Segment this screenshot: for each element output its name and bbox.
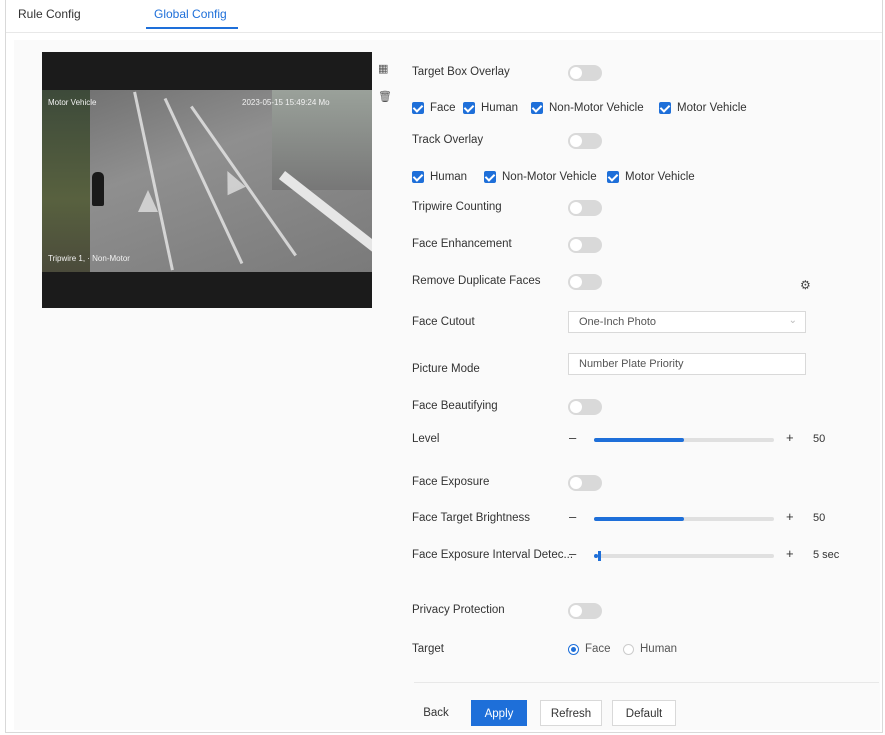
face-beautifying-label: Face Beautifying <box>412 400 498 412</box>
delete-icon[interactable]: 🗑 <box>378 90 392 103</box>
tab-rule-config[interactable]: Rule Config <box>18 7 81 21</box>
picture-mode-value: Number Plate Priority <box>579 358 684 370</box>
tripwire-counting-label: Tripwire Counting <box>412 201 502 213</box>
footer-divider <box>414 682 879 683</box>
osd-timestamp: 2023-05-15 15:49:24 Mo <box>242 98 330 107</box>
gear-icon[interactable]: ⚙ <box>800 278 811 292</box>
face-cutout-select[interactable]: One-Inch Photo ⌄ <box>568 311 806 333</box>
privacy-protection-label: Privacy Protection <box>412 604 505 616</box>
pedestrian-figure <box>92 172 104 206</box>
refresh-button[interactable]: Refresh <box>540 700 602 726</box>
interval-decrease-button[interactable]: – <box>569 546 576 561</box>
config-window: Rule Config Global Config Motor Vehicle … <box>5 0 883 733</box>
interval-slider[interactable] <box>594 551 774 561</box>
level-increase-button[interactable]: + <box>786 430 794 445</box>
face-beautifying-toggle[interactable] <box>568 399 602 415</box>
face-exposure-toggle[interactable] <box>568 475 602 491</box>
face-cutout-label: Face Cutout <box>412 316 475 328</box>
apply-button[interactable]: Apply <box>471 700 527 726</box>
remove-duplicate-faces-label: Remove Duplicate Faces <box>412 275 541 287</box>
brightness-decrease-button[interactable]: – <box>569 509 576 524</box>
tab-bar: Rule Config Global Config <box>6 0 882 33</box>
target-box-face-checkbox[interactable]: Face <box>412 102 456 114</box>
target-box-overlay-toggle[interactable] <box>568 65 602 81</box>
level-value: 50 <box>813 433 826 445</box>
track-motor-checkbox[interactable]: Motor Vehicle <box>607 171 695 183</box>
default-button[interactable]: Default <box>612 700 676 726</box>
video-scene <box>42 90 372 272</box>
level-slider[interactable] <box>594 438 774 442</box>
osd-tripwire-label: Tripwire 1, · Non-Motor <box>48 254 130 263</box>
face-exposure-label: Face Exposure <box>412 476 490 488</box>
picture-mode-label: Picture Mode <box>412 363 480 375</box>
target-label: Target <box>412 643 444 655</box>
face-target-brightness-label: Face Target Brightness <box>412 512 531 524</box>
brightness-increase-button[interactable]: + <box>786 509 794 524</box>
face-enhancement-toggle[interactable] <box>568 237 602 253</box>
back-button[interactable]: Back <box>414 700 458 726</box>
privacy-protection-toggle[interactable] <box>568 603 602 619</box>
interval-slider-knob[interactable] <box>597 551 601 561</box>
target-face-radio[interactable]: Face <box>568 643 611 655</box>
remove-duplicate-faces-toggle[interactable] <box>568 274 602 290</box>
picture-mode-select[interactable]: Number Plate Priority <box>568 353 806 375</box>
draw-grid-icon[interactable]: ▦ <box>378 62 388 75</box>
track-human-checkbox[interactable]: Human <box>412 171 467 183</box>
face-exposure-interval-label: Face Exposure Interval Detec... <box>412 549 574 561</box>
target-box-non-motor-checkbox[interactable]: Non-Motor Vehicle <box>531 102 644 114</box>
face-enhancement-label: Face Enhancement <box>412 238 512 250</box>
target-box-overlay-label: Target Box Overlay <box>412 66 510 78</box>
track-overlay-label: Track Overlay <box>412 134 484 146</box>
chevron-down-icon: ⌄ <box>788 315 797 326</box>
brightness-value: 50 <box>813 512 826 524</box>
face-cutout-value: One-Inch Photo <box>579 316 657 328</box>
tripwire-counting-toggle[interactable] <box>568 200 602 216</box>
interval-increase-button[interactable]: + <box>786 546 794 561</box>
target-box-motor-checkbox[interactable]: Motor Vehicle <box>659 102 747 114</box>
brightness-slider[interactable] <box>594 517 774 521</box>
track-overlay-toggle[interactable] <box>568 133 602 149</box>
target-human-radio[interactable]: Human <box>623 643 677 655</box>
tab-global-config[interactable]: Global Config <box>154 7 227 21</box>
active-tab-indicator <box>146 27 238 29</box>
level-decrease-button[interactable]: – <box>569 430 576 445</box>
target-box-human-checkbox[interactable]: Human <box>463 102 518 114</box>
interval-value: 5 sec <box>813 549 840 561</box>
level-label: Level <box>412 433 440 445</box>
track-non-motor-checkbox[interactable]: Non-Motor Vehicle <box>484 171 597 183</box>
live-video: Motor Vehicle 2023-05-15 15:49:24 Mo Tri… <box>42 52 372 308</box>
osd-object-label: Motor Vehicle <box>48 98 97 107</box>
